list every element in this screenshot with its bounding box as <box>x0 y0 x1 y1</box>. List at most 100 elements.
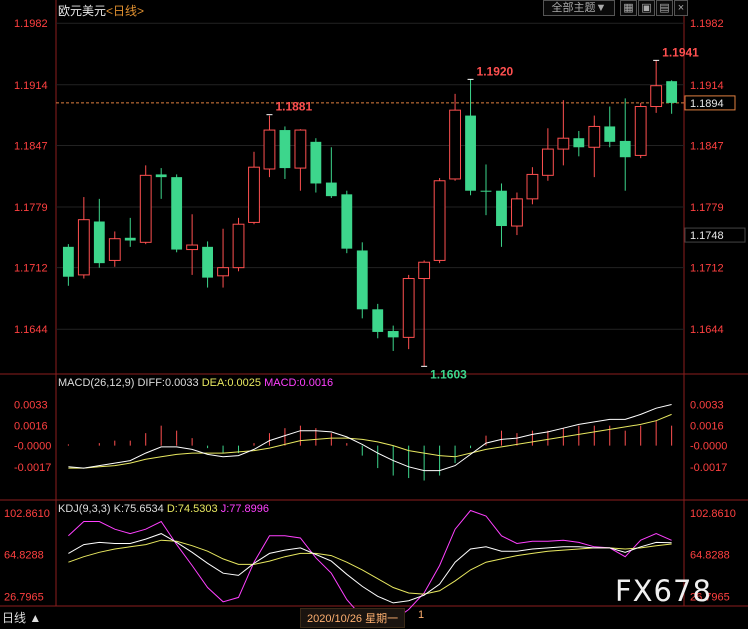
candle <box>449 93 461 181</box>
kdj-tick-label-left: 64.8288 <box>4 550 44 562</box>
candle <box>480 164 492 216</box>
candle-body-down <box>325 182 337 197</box>
kdj-d-line <box>68 539 672 595</box>
extreme-price-label: 1.1941 <box>662 45 699 59</box>
macd-params: MACD(26,12,9) <box>58 377 135 389</box>
chart-mode-icon[interactable]: ▦ <box>620 0 637 16</box>
candle <box>155 168 167 199</box>
candle <box>325 147 337 198</box>
candle-body-down <box>155 174 167 178</box>
candle <box>248 151 260 225</box>
candle <box>124 217 136 247</box>
candle-body-up <box>433 180 446 261</box>
kdj-tick-label-left: 26.7965 <box>4 592 44 604</box>
kdj-k-value: K:75.6534 <box>113 503 164 515</box>
close-icon[interactable]: × <box>674 0 688 16</box>
extreme-price-label: 1.1920 <box>477 64 514 78</box>
kdj-j-value: J:77.8996 <box>220 503 270 515</box>
period-toggle[interactable]: 日线 ▲ <box>2 609 41 626</box>
candle <box>171 174 183 253</box>
macd-tick-label-left: -0.0000 <box>14 441 51 453</box>
candle <box>650 60 663 113</box>
candle <box>186 214 199 275</box>
macd-tick-label-left: 0.0016 <box>14 421 48 433</box>
candle-body-down <box>604 126 616 142</box>
candle-body-up <box>402 278 415 338</box>
price-tick-label-left: 1.1914 <box>14 80 48 92</box>
candle <box>634 102 647 159</box>
price-tick-label-left: 1.1644 <box>14 324 48 336</box>
candle <box>232 217 245 272</box>
candle-body-down <box>496 190 507 227</box>
candle <box>310 138 322 193</box>
theme-select-button[interactable]: 全部主题▼ <box>543 0 615 16</box>
price-tick-label-left: 1.1982 <box>14 18 48 30</box>
price-tick-label-left: 1.1712 <box>14 263 48 275</box>
kdj-tick-label-right: 64.8288 <box>690 550 730 562</box>
candle-body-up <box>511 198 523 227</box>
candle-body-up <box>139 174 152 243</box>
candle-body-up <box>418 261 431 280</box>
window-icon[interactable]: ▤ <box>656 0 673 16</box>
kdj-d-value: D:74.5303 <box>166 503 218 515</box>
candle-body-down <box>666 81 678 103</box>
extreme-price-label: 1.1881 <box>275 100 312 114</box>
candle-body-up <box>263 129 276 170</box>
candle-body-down <box>279 130 291 169</box>
candle <box>619 98 631 191</box>
candle-body-up <box>526 173 539 200</box>
candle <box>77 197 90 279</box>
chart-frame <box>0 0 748 607</box>
candle-body-down <box>202 246 213 278</box>
candle <box>93 198 105 268</box>
candle-body-down <box>619 140 631 158</box>
macd-tick-label-right: 0.0016 <box>690 421 724 433</box>
candle <box>62 244 74 286</box>
candle-body-down <box>341 194 353 249</box>
candle-body-down <box>62 246 74 277</box>
candle <box>279 126 291 179</box>
price-tick-label-right: 1.1779 <box>690 202 724 214</box>
chart-canvas: 1.18811.16031.19201.1941 1.1982 1.19821.1… <box>0 0 748 627</box>
candle-body-up <box>232 223 245 269</box>
candle-body-up <box>108 238 121 261</box>
extreme-price-label: 1.1603 <box>430 367 467 381</box>
macd-tick-label-right: -0.0017 <box>690 462 727 474</box>
macd-dea-value: DEA:0.0025 <box>201 377 262 389</box>
candle <box>294 129 307 191</box>
candle-body-down <box>372 309 384 332</box>
candle <box>139 165 152 245</box>
candle <box>604 106 616 148</box>
candle <box>202 241 213 288</box>
candlestick-series[interactable] <box>62 60 678 367</box>
price-tick-label-left: 1.1779 <box>14 202 48 214</box>
chevron-down-icon: ▼ <box>595 2 607 14</box>
last-price-label: 1.1894 <box>690 98 724 110</box>
zoom-icon[interactable]: ▣ <box>638 0 655 16</box>
price-tick-label-right: 1.1847 <box>690 140 724 152</box>
price-annotations: 1.1881 1.1603 1.1920 1.1941 <box>266 45 699 381</box>
candle-body-down <box>310 141 322 184</box>
macd-diff-value: DIFF:0.0033 <box>137 377 199 389</box>
cursor-date-suffix: 1 <box>418 609 425 621</box>
macd-tick-label-left: 0.0033 <box>14 399 48 411</box>
candle <box>372 303 384 339</box>
candle-body-down <box>93 221 105 264</box>
candle <box>573 130 585 157</box>
candle-body-up <box>650 85 663 108</box>
candle <box>433 178 446 264</box>
macd-tick-label-left: -0.0017 <box>14 462 51 474</box>
candle-body-down <box>124 237 136 241</box>
candle <box>511 192 523 236</box>
candle-body-down <box>480 190 492 192</box>
candle <box>541 128 554 181</box>
kdj-tick-label-left: 102.8610 <box>4 508 50 520</box>
instrument-name: 欧元美元 <box>58 4 107 18</box>
macd-panel[interactable]: 0.0033 0.0033 0.0016 0.0016 -0.0000 -0.0000 -0… <box>14 399 727 481</box>
candle <box>108 231 121 267</box>
timeframe-label[interactable]: <日线> <box>106 4 144 18</box>
kdj-tick-label-right: 102.8610 <box>690 508 736 520</box>
kdj-title: KDJ(9,3,3) K:75.6534 D:74.5303 J:77.8996 <box>58 503 269 515</box>
candle <box>418 260 431 367</box>
macd-diff-line <box>68 404 672 472</box>
